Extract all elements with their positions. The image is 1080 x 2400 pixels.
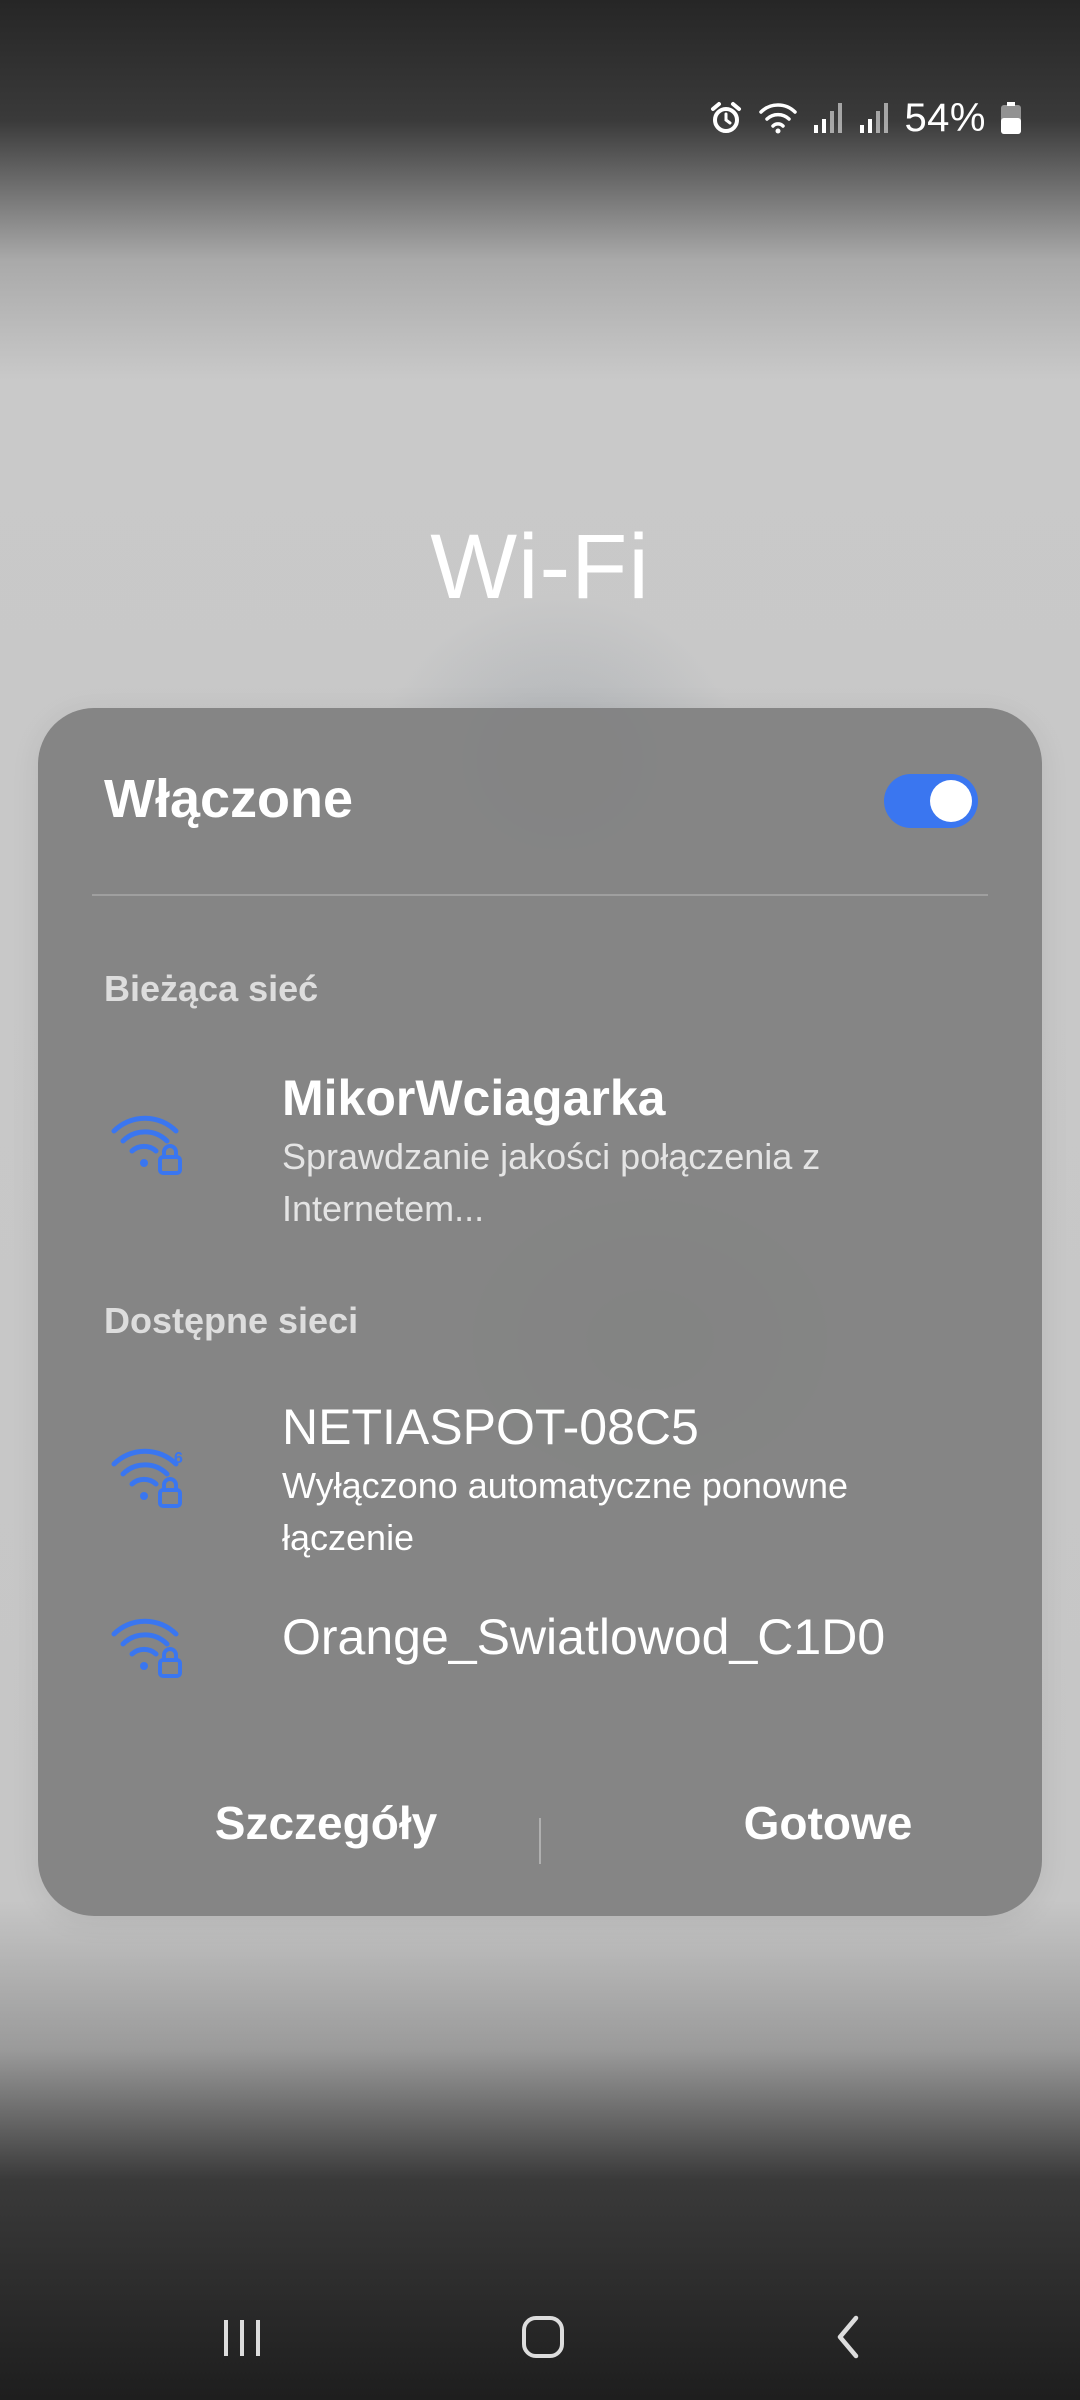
- panel-footer: Szczegóły Gotowe: [38, 1766, 1042, 1916]
- available-networks-section-label: Dostępne sieci: [104, 1300, 359, 1341]
- wifi6-lock-icon: 6: [111, 1448, 183, 1508]
- footer-divider: [539, 1818, 541, 1864]
- wifi-panel: Włączone Bieżąca sieć MikorWciagarka Spr…: [38, 708, 1042, 1916]
- wifi-lock-icon: [111, 1618, 182, 1678]
- network-item[interactable]: 6 NETIASPOT-08C5 Wyłączono automatyczne …: [38, 1386, 1042, 1586]
- divider: [92, 894, 988, 896]
- recent-apps-icon[interactable]: [218, 2314, 266, 2362]
- panel-header: Włączone: [38, 708, 1042, 894]
- wifi-status-label: Włączone: [104, 769, 354, 829]
- details-button[interactable]: Szczegóły: [126, 1796, 526, 1850]
- done-button[interactable]: Gotowe: [628, 1796, 1028, 1850]
- page-title: Wi-Fi: [430, 516, 650, 618]
- network-name: MikorWciagarka: [282, 1070, 666, 1126]
- current-network-section-label: Bieżąca sieć: [104, 968, 319, 1009]
- signal-icon: [814, 103, 843, 133]
- back-icon[interactable]: [828, 2312, 868, 2362]
- wifi-lock-icon: [111, 1115, 182, 1175]
- battery-icon: [1001, 102, 1021, 134]
- home-icon[interactable]: [518, 2312, 568, 2362]
- battery-percent: 54%: [904, 95, 986, 140]
- svg-text:6: 6: [174, 1450, 183, 1467]
- network-name: Orange_Swiatlowod_C1D0: [282, 1609, 886, 1665]
- toggle-knob: [930, 780, 972, 822]
- current-network-item[interactable]: MikorWciagarka Sprawdzanie jakości połąc…: [38, 1053, 1042, 1253]
- wifi-status-icon: [759, 103, 798, 134]
- network-name: NETIASPOT-08C5: [282, 1399, 699, 1455]
- signal-icon-2: [860, 103, 889, 133]
- network-status: Wyłączono automatyczne ponowne łączenie: [282, 1465, 848, 1558]
- alarm-icon: [711, 102, 742, 133]
- wifi-toggle[interactable]: [884, 774, 978, 828]
- network-status: Sprawdzanie jakości połączenia z Interne…: [282, 1136, 821, 1229]
- navigation-bar: [0, 2290, 1080, 2380]
- status-bar: 54%: [708, 88, 1022, 148]
- network-item[interactable]: Orange_Swiatlowod_C1D0: [38, 1588, 1042, 1698]
